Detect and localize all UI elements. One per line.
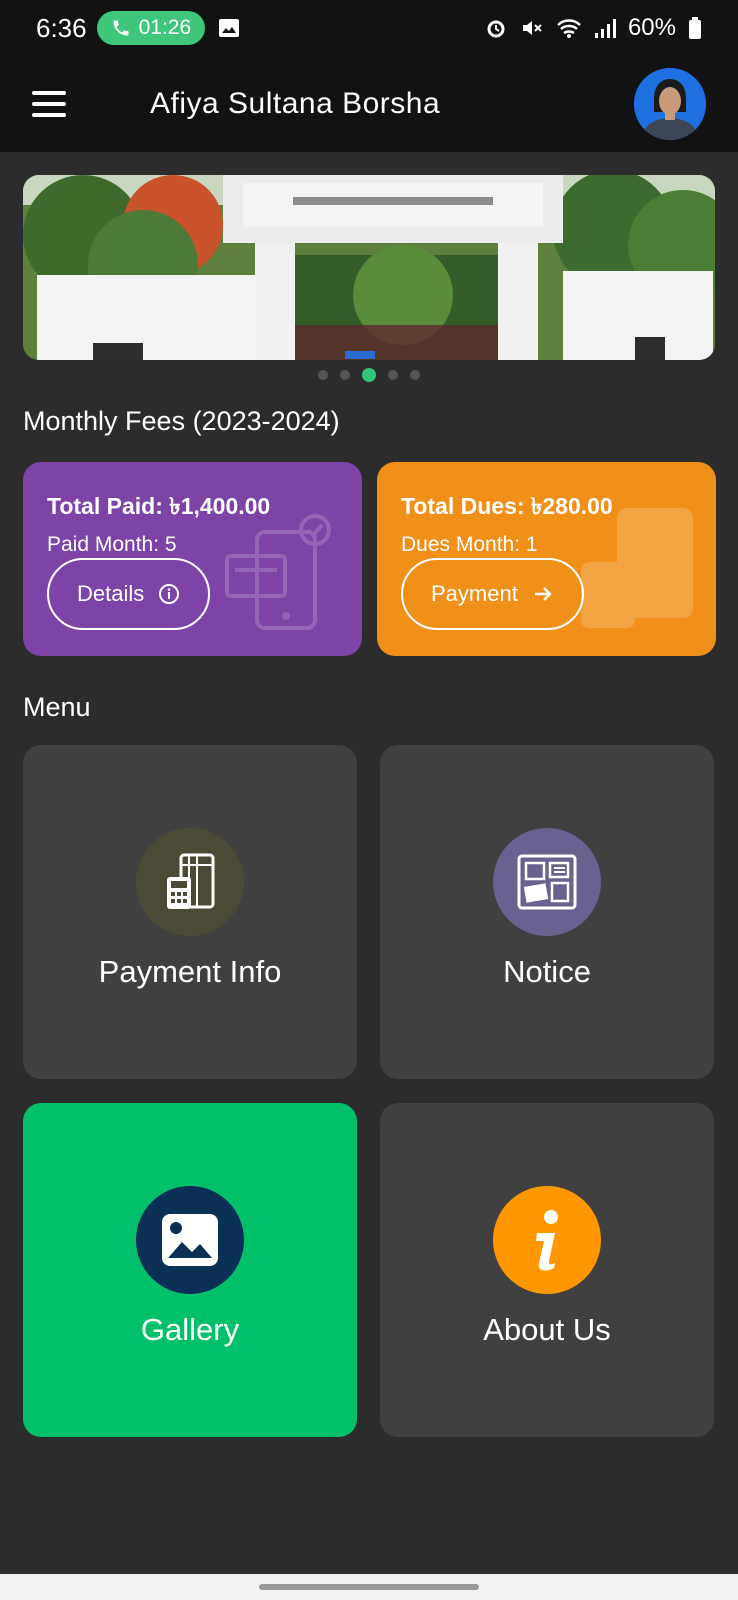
image-notification-icon: [219, 19, 240, 37]
call-timer: 01:26: [138, 16, 192, 39]
info-outline-icon: [159, 584, 180, 604]
payment-info-icon: [136, 828, 244, 936]
app-bar: Afiya Sultana Borsha: [0, 56, 738, 152]
details-button[interactable]: Details: [47, 558, 211, 630]
home-indicator[interactable]: [259, 1584, 479, 1590]
carousel-dot[interactable]: [318, 370, 328, 380]
menu-heading: Menu: [23, 692, 91, 722]
hamburger-menu-icon[interactable]: [32, 91, 66, 117]
menu-tile-notice[interactable]: Notice: [380, 745, 714, 1079]
status-bar: 6:36 01:26 60%: [0, 0, 738, 56]
campus-gate-image: [23, 175, 715, 360]
total-paid-amount: Total Paid: ৳1,400.00: [47, 493, 271, 519]
phone-payment-icon: [225, 514, 331, 630]
total-dues-amount: Total Dues: ৳280.00: [401, 493, 613, 519]
mute-icon: [522, 21, 542, 35]
menu-tile-label: About Us: [483, 1312, 611, 1347]
ongoing-call-chip[interactable]: 01:26: [96, 11, 206, 45]
signal-icon: [594, 19, 616, 38]
notice-board-icon: [493, 828, 601, 936]
alarm-icon: [487, 20, 505, 38]
monthly-fees-heading: Monthly Fees (2023-2024): [23, 406, 340, 436]
battery-percent: 60%: [627, 14, 676, 41]
menu-tile-payment-info[interactable]: Payment Info: [23, 745, 357, 1079]
carousel-dot[interactable]: [388, 370, 398, 380]
menu-tile-label: Payment Info: [98, 954, 282, 989]
menu-tile-label: Gallery: [140, 1312, 240, 1347]
banner-carousel[interactable]: [23, 175, 715, 360]
avatar[interactable]: [634, 68, 706, 140]
carousel-dot[interactable]: [340, 370, 350, 380]
menu-tile-label: Notice: [503, 954, 591, 989]
menu-tile-gallery[interactable]: Gallery: [23, 1103, 357, 1437]
total-paid-card: Total Paid: ৳1,400.00 Paid Month: 5 Deta…: [23, 462, 362, 656]
wifi-icon: [557, 19, 581, 38]
carousel-indicator: [0, 368, 738, 382]
menu-tile-about-us[interactable]: About Us: [380, 1103, 714, 1437]
status-time: 6:36: [36, 12, 87, 43]
gallery-icon: [136, 1186, 244, 1294]
payment-button[interactable]: Payment: [401, 558, 584, 630]
phone-icon: [113, 20, 129, 36]
dues-month-count: Dues Month: 1: [401, 533, 538, 556]
battery-icon: [689, 17, 701, 39]
total-dues-card: Total Dues: ৳280.00 Dues Month: 1 Paymen…: [377, 462, 716, 656]
status-icons: 60%: [484, 14, 702, 42]
details-button-label: Details: [77, 581, 145, 606]
carousel-dot-active[interactable]: [362, 368, 376, 382]
payment-button-label: Payment: [431, 581, 518, 606]
paid-month-count: Paid Month: 5: [47, 533, 177, 556]
arrow-right-icon: [534, 587, 552, 601]
student-name-title: Afiya Sultana Borsha: [150, 87, 441, 120]
info-icon: [493, 1186, 601, 1294]
carousel-dot[interactable]: [410, 370, 420, 380]
